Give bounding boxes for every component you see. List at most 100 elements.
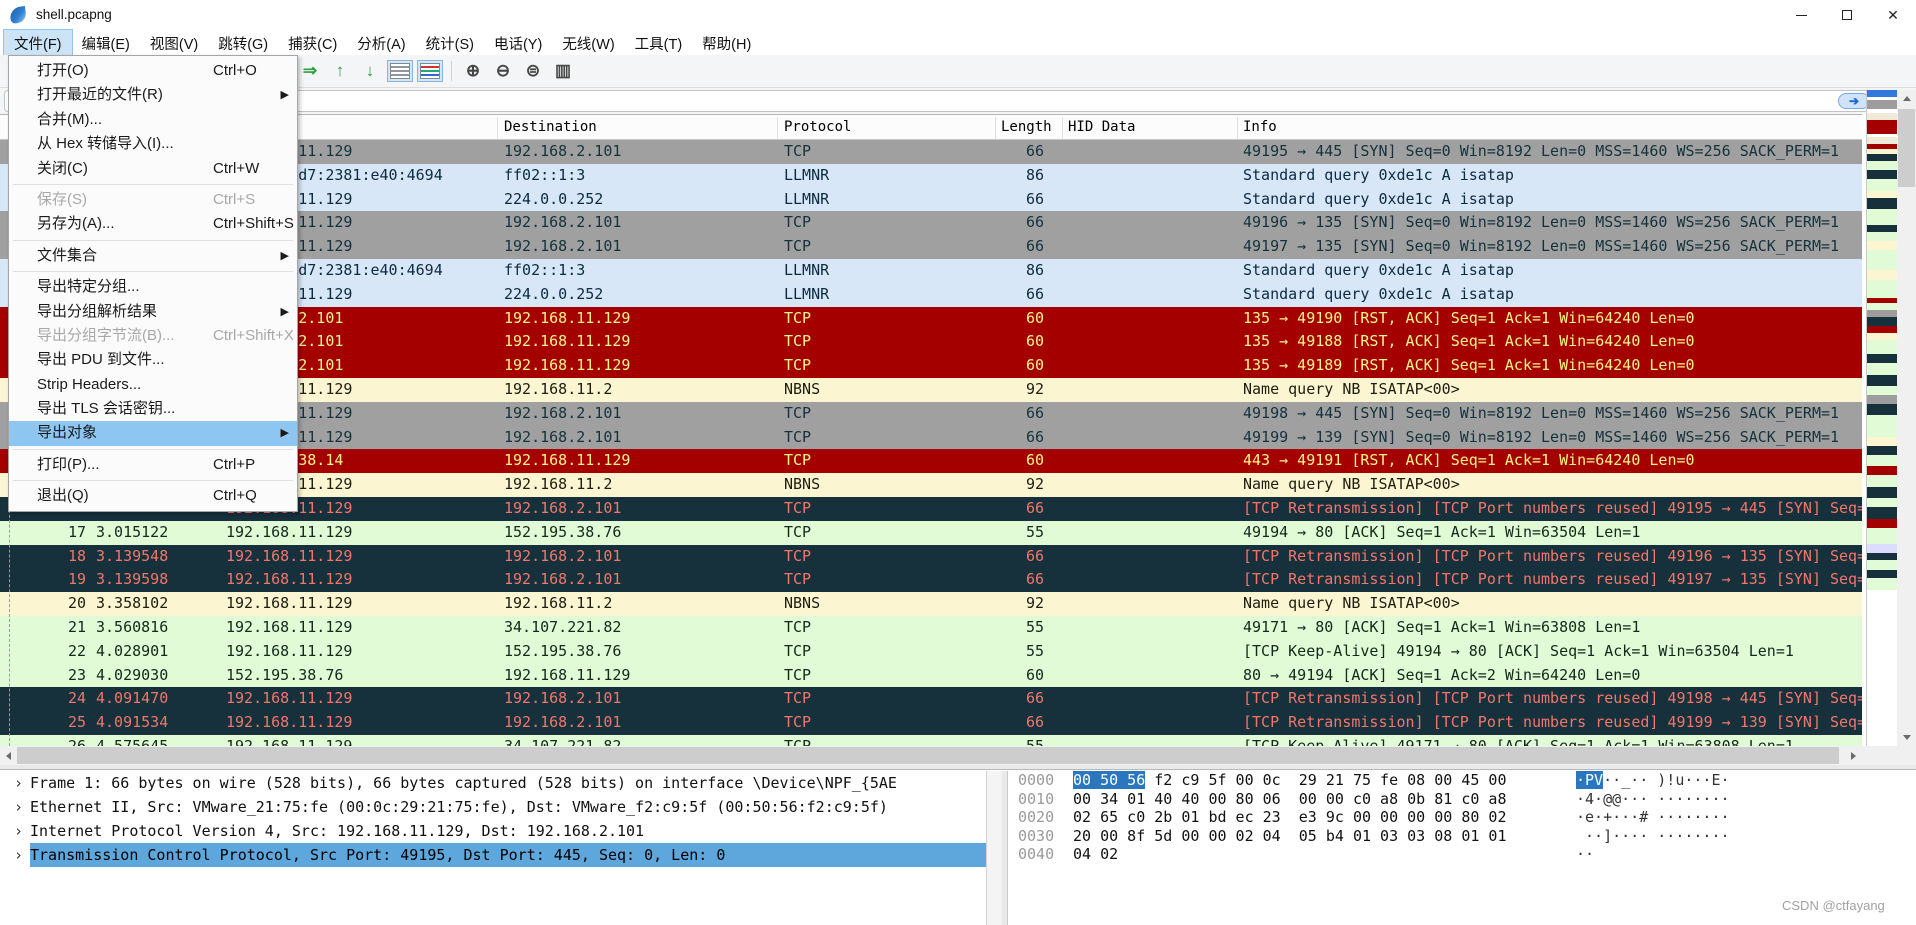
cell-info: 49194 → 80 [ACK] Seq=1 Ack=1 Win=63504 L… xyxy=(1243,521,1862,545)
menubar-item[interactable]: 工具(T) xyxy=(625,30,693,55)
zoom-in-icon[interactable]: ⊕ xyxy=(461,59,485,83)
colorize-packets-icon[interactable] xyxy=(418,61,442,81)
hex-bytes[interactable]: 20 00 8f 5d 00 00 02 04 05 b4 01 03 03 0… xyxy=(1073,827,1506,846)
menubar-item[interactable]: 视图(V) xyxy=(140,30,208,55)
vertical-scrollbar-thumb[interactable] xyxy=(1898,109,1915,187)
hex-row[interactable]: 001000 34 01 40 40 00 80 06 00 00 c0 a8 … xyxy=(1008,790,1916,809)
ascii-bytes[interactable]: ·e·+···# ········ xyxy=(1576,808,1730,827)
menu-item[interactable]: 导出 PDU 到文件... xyxy=(9,348,297,372)
menubar-item[interactable]: 无线(W) xyxy=(552,30,624,55)
column-separator[interactable] xyxy=(1237,117,1238,139)
packet-row[interactable]: 224.028901192.168.11.129152.195.38.76TCP… xyxy=(0,640,1862,664)
expand-chevron-icon[interactable]: › xyxy=(14,771,28,795)
hex-bytes[interactable]: 00 50 56 f2 c9 5f 00 0c 29 21 75 fe 08 0… xyxy=(1073,771,1506,790)
packet-row[interactable]: 244.091470192.168.11.129192.168.2.101TCP… xyxy=(0,687,1862,711)
menu-item[interactable]: 导出对象▶ xyxy=(9,421,297,445)
cell-info: [TCP Retransmission] [TCP Port numbers r… xyxy=(1243,497,1862,521)
packet-list-minimap[interactable] xyxy=(1866,90,1897,746)
expand-chevron-icon[interactable]: › xyxy=(14,843,28,867)
vertical-scrollbar[interactable] xyxy=(1897,90,1916,746)
menubar-item[interactable]: 捕获(C) xyxy=(278,30,347,55)
go-to-packet-icon[interactable]: ⇒ xyxy=(298,59,322,83)
hex-row[interactable]: 002002 65 c0 2b 01 bd ec 23 e3 9c 00 00 … xyxy=(1008,808,1916,827)
menu-item[interactable]: 打开最近的文件(R)▶ xyxy=(9,83,297,107)
column-header-proto[interactable]: Protocol xyxy=(784,119,851,135)
zoom-out-icon[interactable]: ⊖ xyxy=(491,59,515,83)
detail-row[interactable]: ›Internet Protocol Version 4, Src: 192.1… xyxy=(0,819,986,843)
expand-chevron-icon[interactable]: › xyxy=(14,819,28,843)
maximize-button[interactable] xyxy=(1824,0,1870,30)
column-header-hid[interactable]: HID Data xyxy=(1068,119,1135,135)
menubar-item[interactable]: 统计(S) xyxy=(416,30,484,55)
ascii-bytes[interactable]: ··]···· ········ xyxy=(1576,827,1730,846)
column-separator[interactable] xyxy=(1062,117,1063,139)
ascii-bytes[interactable]: ·PV··_·· )!u···E· xyxy=(1576,771,1730,790)
menu-item[interactable]: 退出(Q)Ctrl+Q xyxy=(9,484,297,508)
menubar-item[interactable]: 编辑(E) xyxy=(72,30,140,55)
zoom-original-icon[interactable]: ⊜ xyxy=(521,59,545,83)
auto-scroll-icon[interactable] xyxy=(388,61,412,81)
scroll-right-arrow-icon[interactable] xyxy=(1845,746,1862,765)
hex-bytes[interactable]: 00 34 01 40 40 00 80 06 00 00 c0 a8 0b 8… xyxy=(1073,790,1506,809)
menu-item[interactable]: 导出 TLS 会话密钥... xyxy=(9,397,297,421)
menu-item[interactable]: 打印(P)...Ctrl+P xyxy=(9,453,297,477)
horizontal-scrollbar-thumb[interactable] xyxy=(17,747,1839,764)
menubar-item[interactable]: 电话(Y) xyxy=(484,30,552,55)
menu-item-label: 关闭(C) xyxy=(37,160,88,177)
horizontal-scrollbar[interactable] xyxy=(0,746,1862,765)
scroll-down-arrow-icon[interactable] xyxy=(1897,729,1916,746)
hex-row[interactable]: 000000 50 56 f2 c9 5f 00 0c 29 21 75 fe … xyxy=(1008,771,1916,790)
column-header-len[interactable]: Length xyxy=(1001,119,1052,135)
details-scrollbar[interactable] xyxy=(986,771,1002,925)
packet-row[interactable]: 254.091534192.168.11.129192.168.2.101TCP… xyxy=(0,711,1862,735)
hex-row[interactable]: 003020 00 8f 5d 00 00 02 04 05 b4 01 03 … xyxy=(1008,827,1916,846)
packet-row[interactable]: 234.029030152.195.38.76192.168.11.129TCP… xyxy=(0,664,1862,688)
menubar-item[interactable]: 文件(F) xyxy=(4,30,72,55)
detail-row[interactable]: ›Frame 1: 66 bytes on wire (528 bits), 6… xyxy=(0,771,986,795)
menu-item[interactable]: 导出特定分组... xyxy=(9,275,297,299)
scroll-left-arrow-icon[interactable] xyxy=(0,746,17,765)
scroll-up-arrow-icon[interactable] xyxy=(1897,90,1916,107)
go-first-packet-icon[interactable]: ↑ xyxy=(328,59,352,83)
hex-bytes[interactable]: 04 02 xyxy=(1073,845,1118,864)
menu-item[interactable]: 另存为(A)...Ctrl+Shift+S xyxy=(9,212,297,236)
menu-item[interactable]: Strip Headers... xyxy=(9,373,297,397)
menubar-item[interactable]: 帮助(H) xyxy=(692,30,761,55)
packet-row[interactable]: 213.560816192.168.11.12934.107.221.82TCP… xyxy=(0,616,1862,640)
menu-separator xyxy=(9,268,297,275)
column-header-info[interactable]: Info xyxy=(1243,119,1277,135)
menubar-item[interactable]: 跳转(G) xyxy=(208,30,278,55)
ascii-bytes[interactable]: ·· xyxy=(1576,845,1594,864)
go-last-packet-icon[interactable]: ↓ xyxy=(358,59,382,83)
ascii-selected-bytes[interactable]: ·PV xyxy=(1576,771,1603,789)
column-header-dst[interactable]: Destination xyxy=(504,119,597,135)
pane-splitter[interactable] xyxy=(0,765,1916,770)
hex-row[interactable]: 004004 02·· xyxy=(1008,845,1916,864)
packet-row[interactable]: 183.139548192.168.11.129192.168.2.101TCP… xyxy=(0,545,1862,569)
hex-bytes[interactable]: 02 65 c0 2b 01 bd ec 23 e3 9c 00 00 00 0… xyxy=(1073,808,1506,827)
menu-item[interactable]: 打开(O)Ctrl+O xyxy=(9,59,297,83)
packet-row[interactable]: 173.015122192.168.11.129152.195.38.76TCP… xyxy=(0,521,1862,545)
packet-row[interactable]: 203.358102192.168.11.129192.168.11.2NBNS… xyxy=(0,592,1862,616)
column-separator[interactable] xyxy=(995,117,996,139)
detail-row[interactable]: ›Ethernet II, Src: VMware_21:75:fe (00:0… xyxy=(0,795,986,819)
close-button[interactable]: ✕ xyxy=(1870,0,1916,30)
menu-item[interactable]: 从 Hex 转储导入(I)... xyxy=(9,132,297,156)
resize-columns-icon[interactable]: ▥ xyxy=(551,59,575,83)
menu-item[interactable]: 关闭(C)Ctrl+W xyxy=(9,157,297,181)
expand-chevron-icon[interactable]: › xyxy=(14,795,28,819)
column-separator[interactable] xyxy=(777,117,778,139)
column-separator[interactable] xyxy=(497,117,498,139)
cell-time: 3.358102 xyxy=(96,592,218,616)
minimize-button[interactable] xyxy=(1778,0,1824,30)
detail-row[interactable]: ›Transmission Control Protocol, Src Port… xyxy=(0,843,986,867)
ascii-bytes[interactable]: ·4·@@··· ········ xyxy=(1576,790,1730,809)
menubar-item[interactable]: 分析(A) xyxy=(347,30,415,55)
menu-item[interactable]: 导出分组解析结果▶ xyxy=(9,300,297,324)
menu-item[interactable]: 合并(M)... xyxy=(9,108,297,132)
menu-item[interactable]: 文件集合▶ xyxy=(9,244,297,268)
packet-row[interactable]: 193.139598192.168.11.129192.168.2.101TCP… xyxy=(0,568,1862,592)
hex-selected-bytes[interactable]: 00 50 56 xyxy=(1073,771,1145,789)
cell-info: 49197 → 135 [SYN] Seq=0 Win=8192 Len=0 M… xyxy=(1243,235,1862,259)
packet-row[interactable]: 264.575645192.168.11.12934.107.221.82TCP… xyxy=(0,735,1862,746)
